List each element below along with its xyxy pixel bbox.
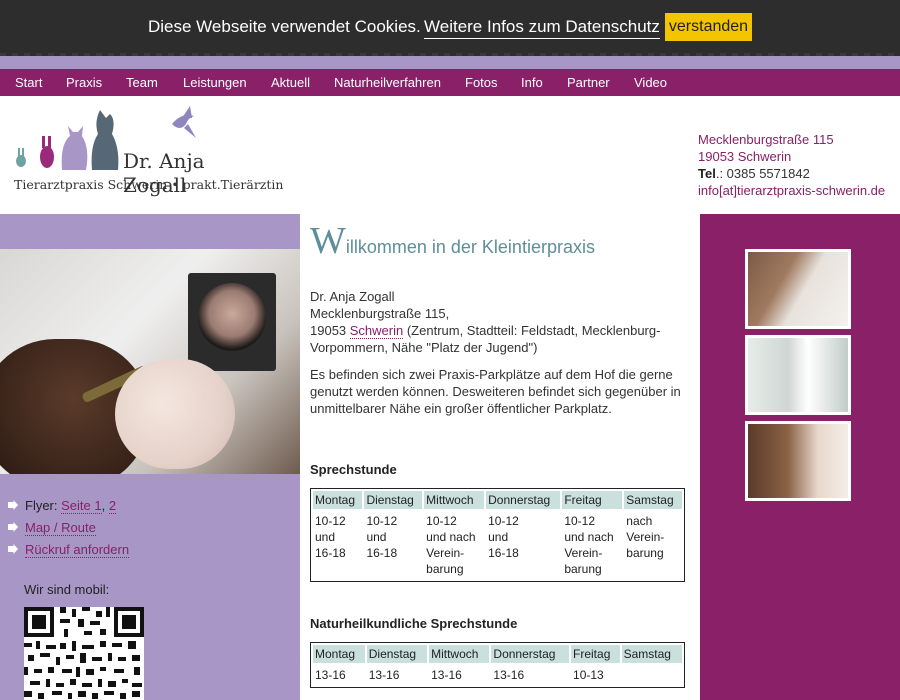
- table-header-cell: Donnerstag: [491, 645, 570, 663]
- table-header-row: Montag Dienstag Mittwoch Donnerstag Frei…: [313, 491, 682, 509]
- table-cell: 13-16: [493, 668, 525, 682]
- nav-item-naturheilverfahren[interactable]: Naturheilverfahren: [334, 75, 441, 90]
- table-row: 10-12 und 16-18 10-12 und 16-18 10-12 un…: [313, 511, 682, 579]
- table-header-cell: Montag: [313, 645, 365, 663]
- privacy-info-link[interactable]: Weitere Infos zum Datenschutz: [424, 17, 660, 39]
- table-header-cell: Mittwoch: [429, 645, 490, 663]
- table-cell: 10-12 und 16-18: [366, 514, 398, 560]
- sidebar-photo: [0, 249, 300, 474]
- table-cell: 10-12 und nach Verein- barung: [426, 514, 476, 576]
- address-street: Mecklenburgstraße 115,: [310, 306, 450, 321]
- page-title-rest: illkommen in der Kleintierpraxis: [345, 237, 595, 257]
- flyer-page-1-link[interactable]: Seite 1: [61, 498, 102, 514]
- table-cell: 10-12 und 16-18: [488, 514, 519, 560]
- table-header-cell: Montag: [313, 491, 363, 509]
- qr-code-icon[interactable]: [24, 607, 144, 700]
- endoscope-monitor-image: [188, 273, 276, 371]
- table-header-cell: Samstag: [621, 645, 682, 663]
- table-cell: 10-12 und 16-18: [315, 514, 346, 560]
- nav-item-info[interactable]: Info: [521, 75, 543, 90]
- contact-phone: Tel.: 0385 5571842: [698, 165, 885, 182]
- table-header-cell: Mittwoch: [424, 491, 485, 509]
- nav-item-partner[interactable]: Partner: [567, 75, 610, 90]
- contact-email[interactable]: info[at]tierarztpraxis-schwerin.de: [698, 182, 885, 199]
- callback-request-link[interactable]: Rückruf anfordern: [25, 542, 130, 558]
- page-title-initial: W: [310, 220, 346, 262]
- table-header-cell: Freitag: [571, 645, 620, 663]
- map-row: Map / Route: [8, 517, 129, 539]
- page-title: Willkommen in der Kleintierpraxis: [310, 222, 595, 260]
- gallery-thumbnail[interactable]: [745, 421, 851, 501]
- arrow-right-icon: [8, 522, 18, 532]
- flyer-page-2-link[interactable]: 2: [108, 498, 117, 514]
- flyer-label: Flyer:: [25, 498, 62, 513]
- nav-item-praxis[interactable]: Praxis: [66, 75, 102, 90]
- callback-row: Rückruf anfordern: [8, 539, 130, 561]
- address-zip: 19053: [310, 323, 350, 338]
- main-nav: Start Praxis Team Leistungen Aktuell Nat…: [0, 69, 900, 96]
- contact-street: Mecklenburgstraße 115: [698, 132, 834, 147]
- header-contact: Mecklenburgstraße 115 19053 Schwerin Tel…: [698, 131, 885, 199]
- mobile-label: Wir sind mobil:: [24, 582, 110, 597]
- address-city-link[interactable]: Schwerin: [349, 323, 404, 339]
- table-header-cell: Dienstag: [366, 645, 428, 663]
- address-city-line: 19053 Schwerin (Zentrum, Stadtteil: Feld…: [310, 322, 688, 356]
- nav-item-team[interactable]: Team: [126, 75, 158, 90]
- map-route-link[interactable]: Map / Route: [25, 520, 96, 536]
- cookie-message: Diese Webseite verwendet Cookies.: [148, 17, 421, 36]
- table-cell: 10-12 und nach Verein- barung: [564, 514, 614, 576]
- nav-item-video[interactable]: Video: [634, 75, 667, 90]
- nav-item-fotos[interactable]: Fotos: [465, 75, 498, 90]
- table-header-cell: Donnerstag: [486, 491, 561, 509]
- naturopathy-hours-title: Naturheilkundliche Sprechstunde: [310, 616, 518, 631]
- naturopathy-hours-table: Montag Dienstag Mittwoch Donnerstag Frei…: [310, 642, 685, 688]
- nav-item-start[interactable]: Start: [15, 75, 42, 90]
- contact-city: 19053 Schwerin: [698, 149, 792, 164]
- nav-item-leistungen[interactable]: Leistungen: [183, 75, 247, 90]
- contact-phone-number: .: 0385 5571842: [715, 166, 810, 181]
- table-header-row: Montag Dienstag Mittwoch Donnerstag Frei…: [313, 645, 682, 663]
- flyer-row: Flyer: Seite 1, 2: [8, 495, 129, 517]
- table-header-cell: Freitag: [562, 491, 623, 509]
- office-hours-title: Sprechstunde: [310, 462, 397, 477]
- table-cell: 13-16: [431, 668, 462, 682]
- parking-info: Es befinden sich zwei Praxis-Parkplätze …: [310, 367, 681, 416]
- contact-phone-label: Tel: [698, 166, 716, 181]
- practice-address: Dr. Anja Zogall Mecklenburgstraße 115, 1…: [310, 288, 688, 356]
- office-hours-table: Montag Dienstag Mittwoch Donnerstag Frei…: [310, 488, 685, 582]
- arrow-right-icon: [8, 500, 18, 510]
- table-cell: 13-16: [368, 668, 400, 682]
- cookie-accept-button[interactable]: verstanden: [665, 13, 752, 41]
- table-cell: [622, 665, 682, 685]
- table-header-cell: Samstag: [624, 491, 682, 509]
- table-header-cell: Dienstag: [364, 491, 423, 509]
- address-name: Dr. Anja Zogall: [310, 289, 395, 304]
- table-cell: nach Verein- barung: [626, 514, 665, 560]
- header-strip: [0, 56, 900, 69]
- practice-logo[interactable]: Dr. Anja Zogall Tierarztpraxis Schwerin …: [12, 104, 283, 204]
- table-cell: 10-13: [573, 668, 604, 682]
- gallery-thumbnail[interactable]: [745, 249, 851, 329]
- gallery-thumbnail[interactable]: [745, 335, 851, 415]
- cookie-banner: Diese Webseite verwendet Cookies. Weiter…: [0, 0, 900, 53]
- sidebar-links: Flyer: Seite 1, 2 Map / Route Rückruf an…: [8, 495, 130, 561]
- nav-item-aktuell[interactable]: Aktuell: [271, 75, 310, 90]
- logo-tagline: Tierarztpraxis Schwerin • prakt.Tierärzt…: [14, 177, 284, 192]
- table-row: 13-16 13-16 13-16 13-16 10-13: [313, 665, 682, 685]
- arrow-right-icon: [8, 544, 18, 554]
- table-cell: 13-16: [315, 668, 346, 682]
